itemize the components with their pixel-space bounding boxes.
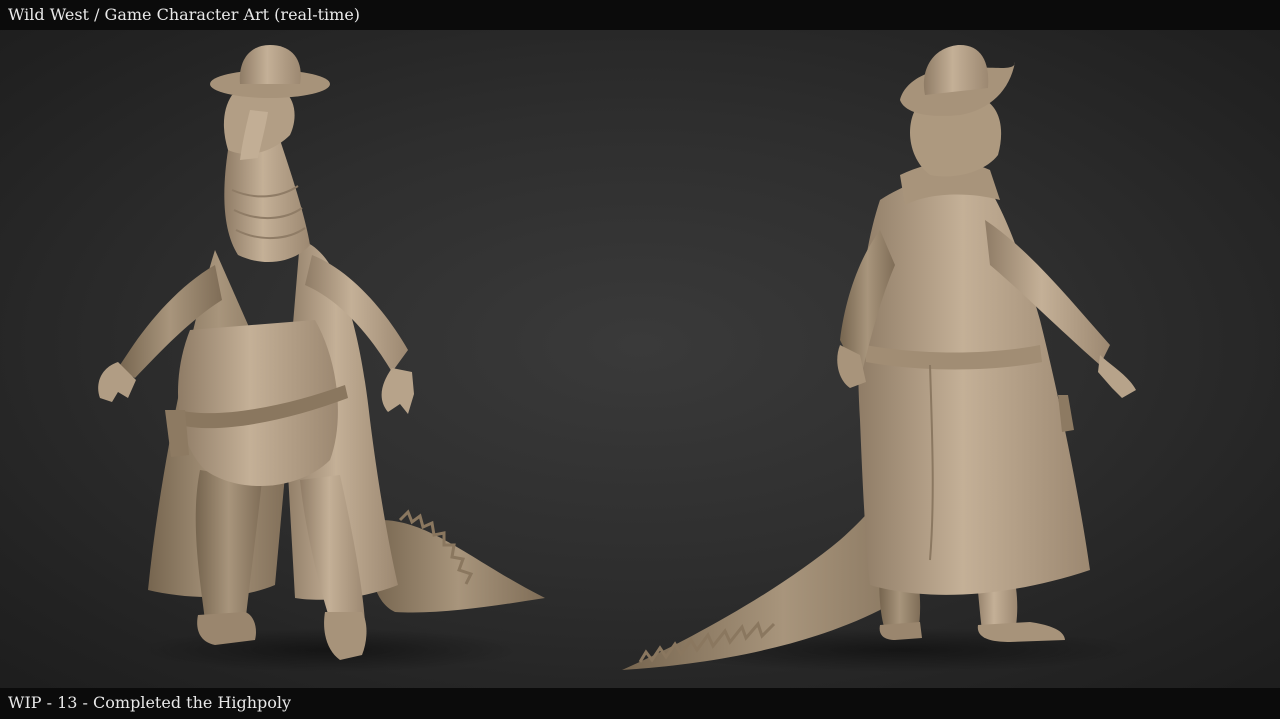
wip-caption: WIP - 13 - Completed the Highpoly (8, 693, 292, 712)
tail (371, 520, 545, 613)
hat-crown (923, 44, 989, 95)
right-hand (1098, 355, 1136, 398)
left-boot (879, 622, 922, 640)
hat-crown (239, 45, 301, 84)
coat (858, 173, 1090, 595)
right-boot (977, 622, 1065, 642)
render-viewport: Wild West / Game Character Art (real-tim… (0, 0, 1280, 719)
right-hand (381, 368, 414, 414)
character-renders (98, 44, 1140, 672)
neck (224, 140, 310, 263)
character-front-view (98, 45, 545, 672)
left-boot (197, 612, 256, 645)
character-back-view (622, 44, 1140, 672)
caption-bar: WIP - 13 - Completed the Highpoly (0, 688, 1280, 719)
